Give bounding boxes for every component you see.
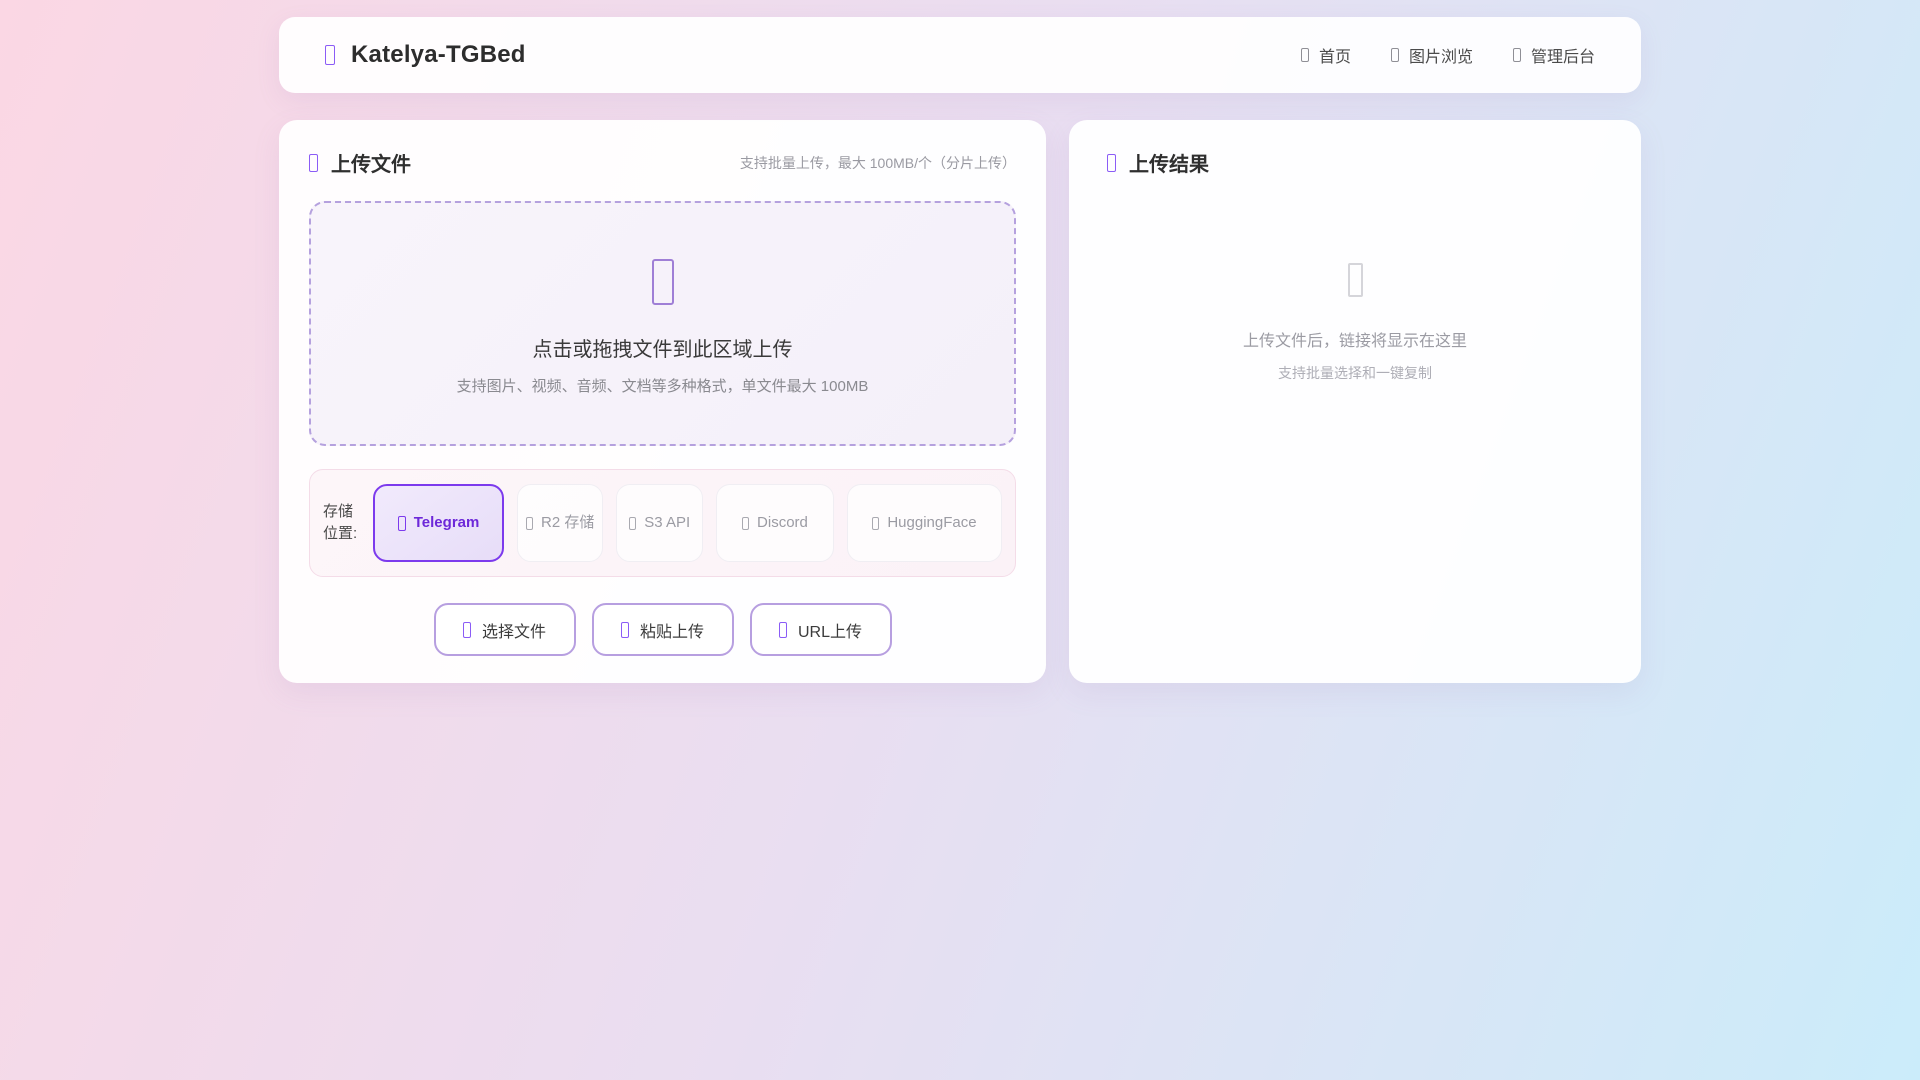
- brand: Katelya-TGBed: [325, 41, 526, 69]
- dropzone-sub-text: 支持图片、视频、音频、文档等多种格式，单文件最大 100MB: [456, 378, 869, 395]
- top-header: Katelya-TGBed 首页 图片浏览 管理后台: [279, 17, 1641, 93]
- upload-card-title: 上传文件: [331, 154, 411, 176]
- nav-item-gallery[interactable]: 图片浏览: [1390, 43, 1473, 67]
- storage-option-huggingface[interactable]: HuggingFace: [846, 484, 1003, 562]
- nav-item-home[interactable]: 首页: [1300, 43, 1351, 67]
- upload-actions: 选择文件 粘贴上传 URL上传: [309, 603, 1016, 656]
- result-card-title: 上传结果: [1129, 154, 1209, 176]
- result-empty-state: 上传文件后，链接将显示在这里 支持批量选择和一键复制: [1107, 263, 1603, 383]
- storage-selector: 存储位置: Telegram R2 存储 S3 API Discord Hugg…: [309, 469, 1016, 577]
- s3-icon: [629, 516, 637, 530]
- action-button-label: 粘贴上传: [639, 623, 704, 641]
- upload-card: 上传文件 支持批量上传，最大 100MB/个（分片上传） 点击或拖拽文件到此区域…: [279, 120, 1046, 683]
- upload-card-subtitle: 支持批量上传，最大 100MB/个（分片上传）: [739, 154, 1016, 171]
- result-card-header: 上传结果: [1107, 148, 1603, 177]
- huggingface-icon: [872, 516, 880, 530]
- page-container: Katelya-TGBed 首页 图片浏览 管理后台 上传文件 支持批量上传，最…: [279, 0, 1641, 683]
- folder-icon: [651, 259, 674, 305]
- storage-option-discord[interactable]: Discord: [716, 484, 834, 562]
- clipboard-icon: [620, 621, 629, 638]
- top-nav: 首页 图片浏览 管理后台: [1300, 43, 1595, 67]
- storage-label: 存储位置:: [323, 502, 358, 543]
- link-icon: [778, 621, 787, 638]
- app-title: Katelya-TGBed: [351, 41, 526, 68]
- admin-icon: [1512, 48, 1521, 62]
- storage-option-label: Discord: [757, 513, 808, 531]
- empty-placeholder-icon: [1347, 263, 1363, 297]
- dropzone-main-text: 点击或拖拽文件到此区域上传: [532, 339, 793, 361]
- nav-item-label: 管理后台: [1530, 49, 1595, 66]
- gallery-icon: [1390, 48, 1399, 62]
- storage-option-label: HuggingFace: [887, 513, 977, 531]
- storage-option-s3[interactable]: S3 API: [616, 484, 704, 562]
- storage-option-telegram[interactable]: Telegram: [373, 484, 504, 562]
- select-file-button[interactable]: 选择文件: [433, 603, 576, 656]
- upload-icon: [309, 153, 318, 172]
- file-icon: [462, 621, 471, 638]
- nav-item-label: 图片浏览: [1408, 49, 1473, 66]
- empty-state-text: 上传文件后，链接将显示在这里: [1242, 333, 1467, 350]
- result-icon: [1107, 153, 1116, 172]
- r2-icon: [526, 516, 533, 530]
- nav-item-label: 首页: [1318, 49, 1351, 66]
- telegram-icon: [397, 515, 406, 531]
- paste-upload-button[interactable]: 粘贴上传: [591, 603, 734, 656]
- storage-option-label: S3 API: [644, 513, 691, 531]
- discord-icon: [742, 516, 750, 530]
- empty-state-subtext: 支持批量选择和一键复制: [1278, 365, 1432, 381]
- nav-item-admin[interactable]: 管理后台: [1512, 43, 1595, 67]
- result-card: 上传结果 上传文件后，链接将显示在这里 支持批量选择和一键复制: [1069, 120, 1641, 683]
- storage-option-label: R2 存储: [541, 513, 595, 531]
- action-button-label: 选择文件: [481, 623, 546, 641]
- file-dropzone[interactable]: 点击或拖拽文件到此区域上传 支持图片、视频、音频、文档等多种格式，单文件最大 1…: [309, 201, 1016, 446]
- home-icon: [1300, 48, 1309, 62]
- url-upload-button[interactable]: URL上传: [749, 603, 892, 656]
- logo-icon: [325, 45, 335, 65]
- storage-option-label: Telegram: [413, 513, 480, 531]
- action-button-label: URL上传: [797, 623, 862, 641]
- upload-card-header: 上传文件 支持批量上传，最大 100MB/个（分片上传）: [309, 148, 1016, 177]
- storage-option-r2[interactable]: R2 存储: [516, 484, 604, 562]
